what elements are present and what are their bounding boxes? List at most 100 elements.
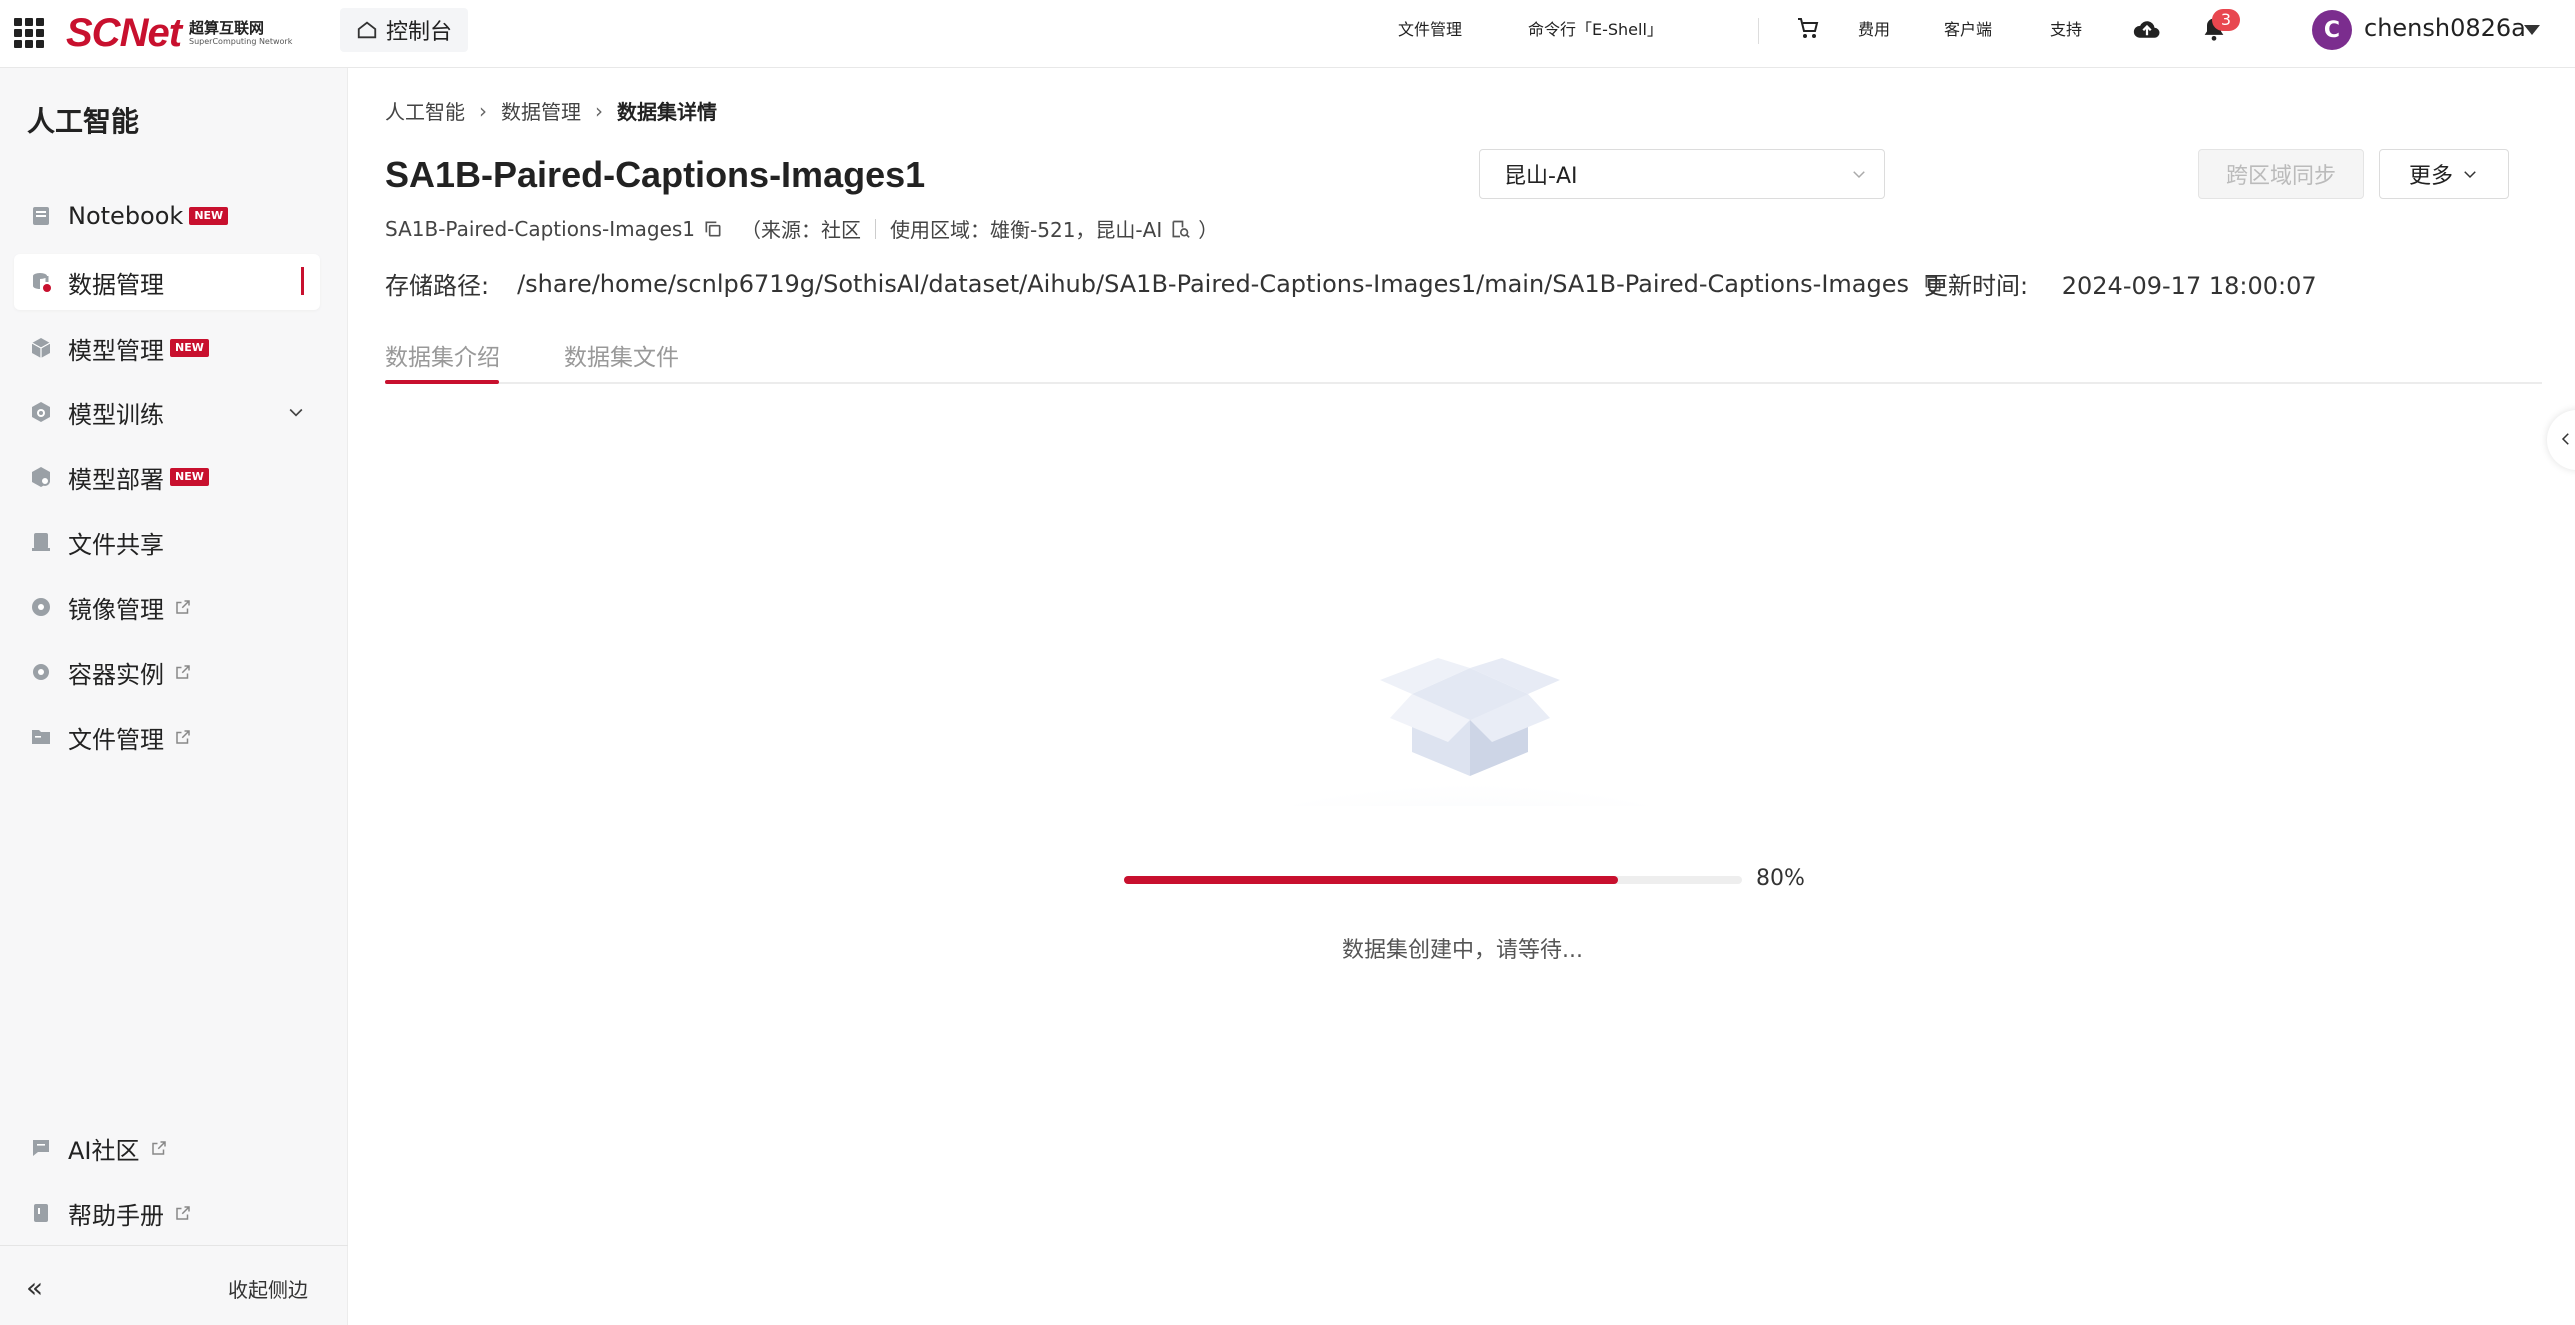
chevron-left-icon — [2561, 433, 2569, 445]
region-select-value: 昆山-AI — [1504, 164, 1578, 189]
more-label: 更多 — [2408, 164, 2453, 189]
tab-dataset-files[interactable]: 数据集文件 — [564, 338, 679, 372]
external-link-icon — [176, 600, 190, 614]
tab-dataset-intro[interactable]: 数据集介绍 — [385, 338, 500, 372]
sidebar-item-file-manage[interactable]: 文件管理 — [14, 709, 320, 765]
update-label: 更新时间: — [1924, 272, 2029, 300]
sidebar-item-data-manage[interactable]: 数据管理 — [14, 254, 320, 310]
chat-icon — [28, 1135, 54, 1161]
update-row: 更新时间: 2024-09-17 18:00:07 — [1924, 266, 2317, 301]
update-time: 2024-09-17 18:00:07 — [2061, 272, 2317, 300]
username[interactable]: chensh0826a — [2364, 14, 2526, 42]
apps-grid-icon[interactable] — [14, 18, 44, 48]
sidebar-title: 人工智能 — [27, 105, 140, 138]
scnet-logo[interactable]: SCNet 超算互联网 SuperComputing Network — [66, 10, 292, 56]
collapse-label[interactable]: 收起侧边 — [228, 1274, 308, 1303]
breadcrumb-current: 数据集详情 — [617, 100, 717, 124]
training-icon — [28, 399, 54, 425]
breadcrumb-data-manage[interactable]: 数据管理 — [501, 96, 581, 125]
paren-close: ） — [1198, 218, 1219, 242]
sidebar-item-label: 镜像管理 — [68, 595, 164, 624]
storage-label: 存储路径: — [385, 272, 490, 300]
dataset-meta: SA1B-Paired-Captions-Images1 （来源：社区 使用区域… — [385, 214, 1218, 243]
double-chevron-left-icon[interactable]: « — [26, 1274, 43, 1302]
tab-active-indicator — [385, 380, 499, 384]
cloud-upload-icon[interactable] — [2132, 14, 2162, 48]
sidebar-item-model-manage[interactable]: 模型管理 NEW — [14, 320, 320, 376]
new-badge: NEW — [189, 207, 229, 225]
storage-path: /share/home/scnlp6719g/SothisAI/dataset/… — [517, 269, 1910, 298]
caret-down-icon[interactable] — [2524, 25, 2540, 35]
chevron-down-icon — [2464, 171, 2476, 179]
sidebar-item-label: 模型训练 — [68, 400, 164, 429]
new-badge: NEW — [170, 468, 209, 486]
nav-divider — [1758, 18, 1759, 44]
sidebar-item-label: 数据管理 — [68, 270, 164, 299]
cart-icon[interactable] — [1796, 16, 1820, 44]
page-title: SA1B-Paired-Captions-Images1 — [385, 154, 926, 195]
sidebar-item-label: 帮助手册 — [68, 1201, 164, 1230]
sidebar-item-file-share[interactable]: 文件共享 — [14, 514, 320, 570]
sidebar-item-label: 文件共享 — [68, 530, 164, 559]
sidebar-item-label: 容器实例 — [68, 660, 164, 689]
sidebar-item-model-deploy[interactable]: 模型部署 NEW — [14, 449, 320, 505]
nav-file-manage[interactable]: 文件管理 — [1398, 16, 1462, 40]
sidebar-item-model-train[interactable]: 模型训练 — [14, 384, 320, 440]
gear-icon — [28, 659, 54, 685]
storage-row: 存储路径: /share/home/scnlp6719g/SothisAI/da… — [385, 266, 1943, 301]
chevron-down-icon — [1853, 171, 1865, 179]
nav-eshell[interactable]: 命令行「E-Shell」 — [1528, 16, 1663, 40]
dataset-name: SA1B-Paired-Captions-Images1 — [385, 216, 696, 241]
breadcrumb-ai[interactable]: 人工智能 — [385, 96, 465, 125]
breadcrumb: 人工智能 › 数据管理 › 数据集详情 — [385, 96, 717, 125]
more-button[interactable]: 更多 — [2379, 149, 2509, 199]
chevron-down-icon[interactable] — [286, 402, 306, 422]
progress-fill — [1124, 876, 1619, 884]
sidebar-item-label: 模型管理 — [68, 336, 164, 365]
tab-bar: 数据集介绍 数据集文件 — [385, 338, 2542, 384]
external-link-icon — [176, 665, 190, 679]
sidebar-item-label: 文件管理 — [68, 725, 164, 754]
status-text: 数据集创建中，请等待... — [1342, 938, 1583, 963]
sidebar-item-label: 模型部署 — [68, 465, 164, 494]
progress-bar — [1124, 876, 1742, 884]
active-indicator — [301, 267, 304, 295]
external-link-icon — [176, 730, 190, 744]
nav-fees[interactable]: 费用 — [1858, 16, 1890, 40]
notebook-icon — [28, 203, 54, 229]
sidebar-item-label: AI社区 — [68, 1136, 140, 1165]
search-doc-icon[interactable] — [1170, 219, 1190, 239]
sidebar: 人工智能 Notebook NEW 数据管理 模型管理 NEW 模型训练 模型部… — [0, 68, 348, 1325]
notification-badge: 3 — [2212, 9, 2240, 31]
main-content: 人工智能 › 数据管理 › 数据集详情 SA1B-Paired-Captions… — [348, 68, 2575, 1325]
region-label: 使用区域：雄衡-521，昆山-AI — [890, 218, 1163, 242]
cross-region-sync-button[interactable]: 跨区域同步 — [2198, 149, 2364, 199]
collapse-sidebar[interactable]: « 收起侧边 — [0, 1245, 348, 1325]
top-bar: SCNet 超算互联网 SuperComputing Network 控制台 文… — [0, 0, 2575, 68]
region-select[interactable]: 昆山-AI — [1479, 149, 1885, 199]
external-link-icon — [176, 1206, 190, 1220]
logo-text: SCNet — [66, 10, 182, 55]
database-icon — [28, 269, 54, 295]
copy-icon[interactable] — [703, 219, 723, 239]
source-label: （来源：社区 — [741, 218, 862, 242]
sidebar-item-ai-community[interactable]: AI社区 — [14, 1120, 320, 1176]
nav-client[interactable]: 客户端 — [1944, 16, 1992, 40]
avatar[interactable]: C — [2312, 10, 2352, 50]
deploy-icon — [28, 464, 54, 490]
chevron-right-icon: › — [595, 98, 603, 123]
external-link-icon — [151, 1141, 166, 1155]
sidebar-item-container[interactable]: 容器实例 — [14, 644, 320, 700]
empty-box-icon — [1180, 658, 1760, 806]
progress-label: 80% — [1756, 866, 1805, 891]
file-share-icon — [28, 529, 54, 555]
cube-icon — [28, 335, 54, 361]
console-button[interactable]: 控制台 — [340, 8, 468, 52]
home-icon — [357, 21, 377, 39]
meta-divider — [875, 218, 877, 239]
logo-subtitle-cn: 超算互联网 — [189, 18, 265, 37]
sidebar-item-image-manage[interactable]: 镜像管理 — [14, 579, 320, 635]
sidebar-item-help[interactable]: 帮助手册 — [14, 1185, 320, 1241]
nav-support[interactable]: 支持 — [2050, 16, 2082, 40]
sidebar-item-notebook[interactable]: Notebook NEW — [14, 188, 320, 244]
